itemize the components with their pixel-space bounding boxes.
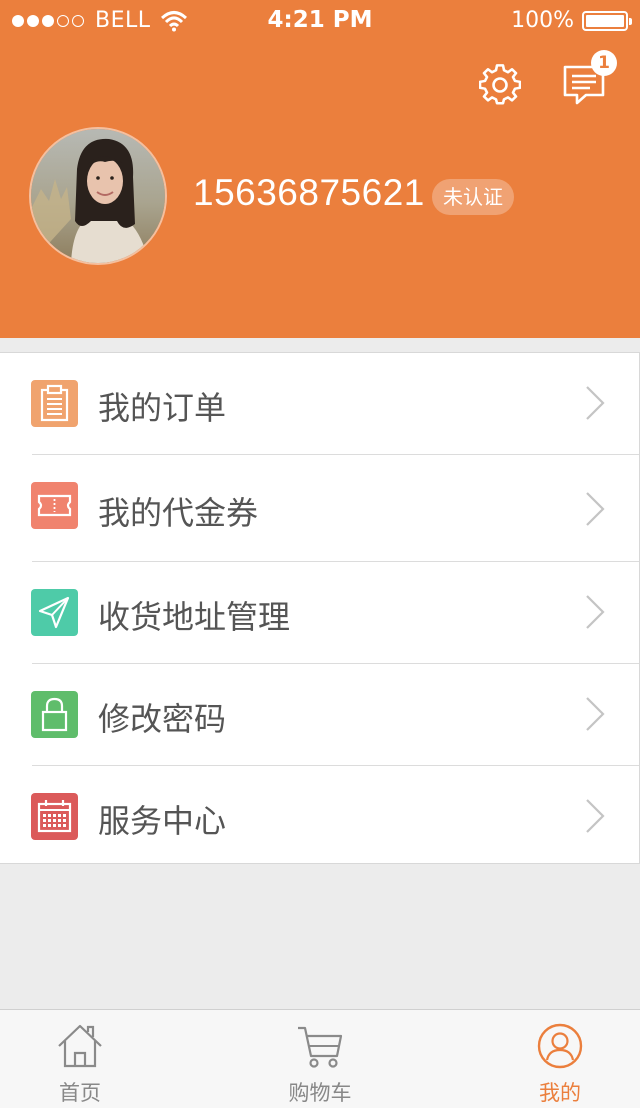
tab-bar: 首页 购物车 我的 — [0, 1009, 640, 1108]
chevron-right-icon — [586, 492, 605, 526]
battery-icon — [582, 10, 632, 31]
tab-label: 购物车 — [288, 1081, 352, 1105]
menu-item-service[interactable]: 服务中心 — [0, 766, 639, 863]
chevron-right-icon — [586, 386, 605, 420]
settings-gear-icon[interactable] — [479, 64, 521, 106]
profile-header: BELL 4:21 PM 100% 1 15636875621 未认证 — [0, 0, 640, 338]
home-icon — [58, 1024, 102, 1068]
battery-status: 100% — [511, 8, 632, 33]
tab-label: 我的 — [539, 1081, 581, 1105]
user-phone: 15636875621 — [193, 172, 425, 213]
menu-item-address[interactable]: 收货地址管理 — [0, 562, 639, 664]
verify-status-badge[interactable]: 未认证 — [432, 179, 514, 215]
cart-icon — [298, 1026, 343, 1068]
user-icon — [537, 1023, 583, 1069]
chevron-right-icon — [586, 697, 605, 731]
menu-item-label: 收货地址管理 — [98, 598, 291, 636]
tab-label: 首页 — [59, 1081, 101, 1105]
paper-plane-icon — [31, 589, 78, 636]
battery-percent: 100% — [511, 8, 574, 33]
avatar-photo — [31, 129, 165, 263]
lock-icon — [31, 691, 78, 738]
avatar[interactable] — [29, 127, 167, 265]
menu-item-label: 我的订单 — [98, 389, 227, 427]
menu-item-label: 服务中心 — [98, 802, 227, 840]
tab-mine[interactable]: 我的 — [480, 1010, 640, 1108]
menu-item-label: 我的代金券 — [98, 494, 259, 532]
menu-item-label: 修改密码 — [98, 700, 227, 738]
unread-badge: 1 — [591, 50, 617, 76]
menu-item-orders[interactable]: 我的订单 — [0, 353, 639, 455]
ticket-icon — [31, 482, 78, 529]
account-menu: 我的订单 我的代金券 收货地址管理 修改密码 服务中心 — [0, 352, 640, 864]
calendar-icon — [31, 793, 78, 840]
menu-item-password[interactable]: 修改密码 — [0, 664, 639, 766]
tab-home[interactable]: 首页 — [0, 1010, 160, 1108]
tab-cart[interactable]: 购物车 — [240, 1010, 400, 1108]
chevron-right-icon — [586, 799, 605, 833]
status-bar: BELL 4:21 PM 100% — [0, 0, 640, 40]
clipboard-icon — [31, 380, 78, 427]
menu-item-coupons[interactable]: 我的代金券 — [0, 455, 639, 562]
chevron-right-icon — [586, 595, 605, 629]
